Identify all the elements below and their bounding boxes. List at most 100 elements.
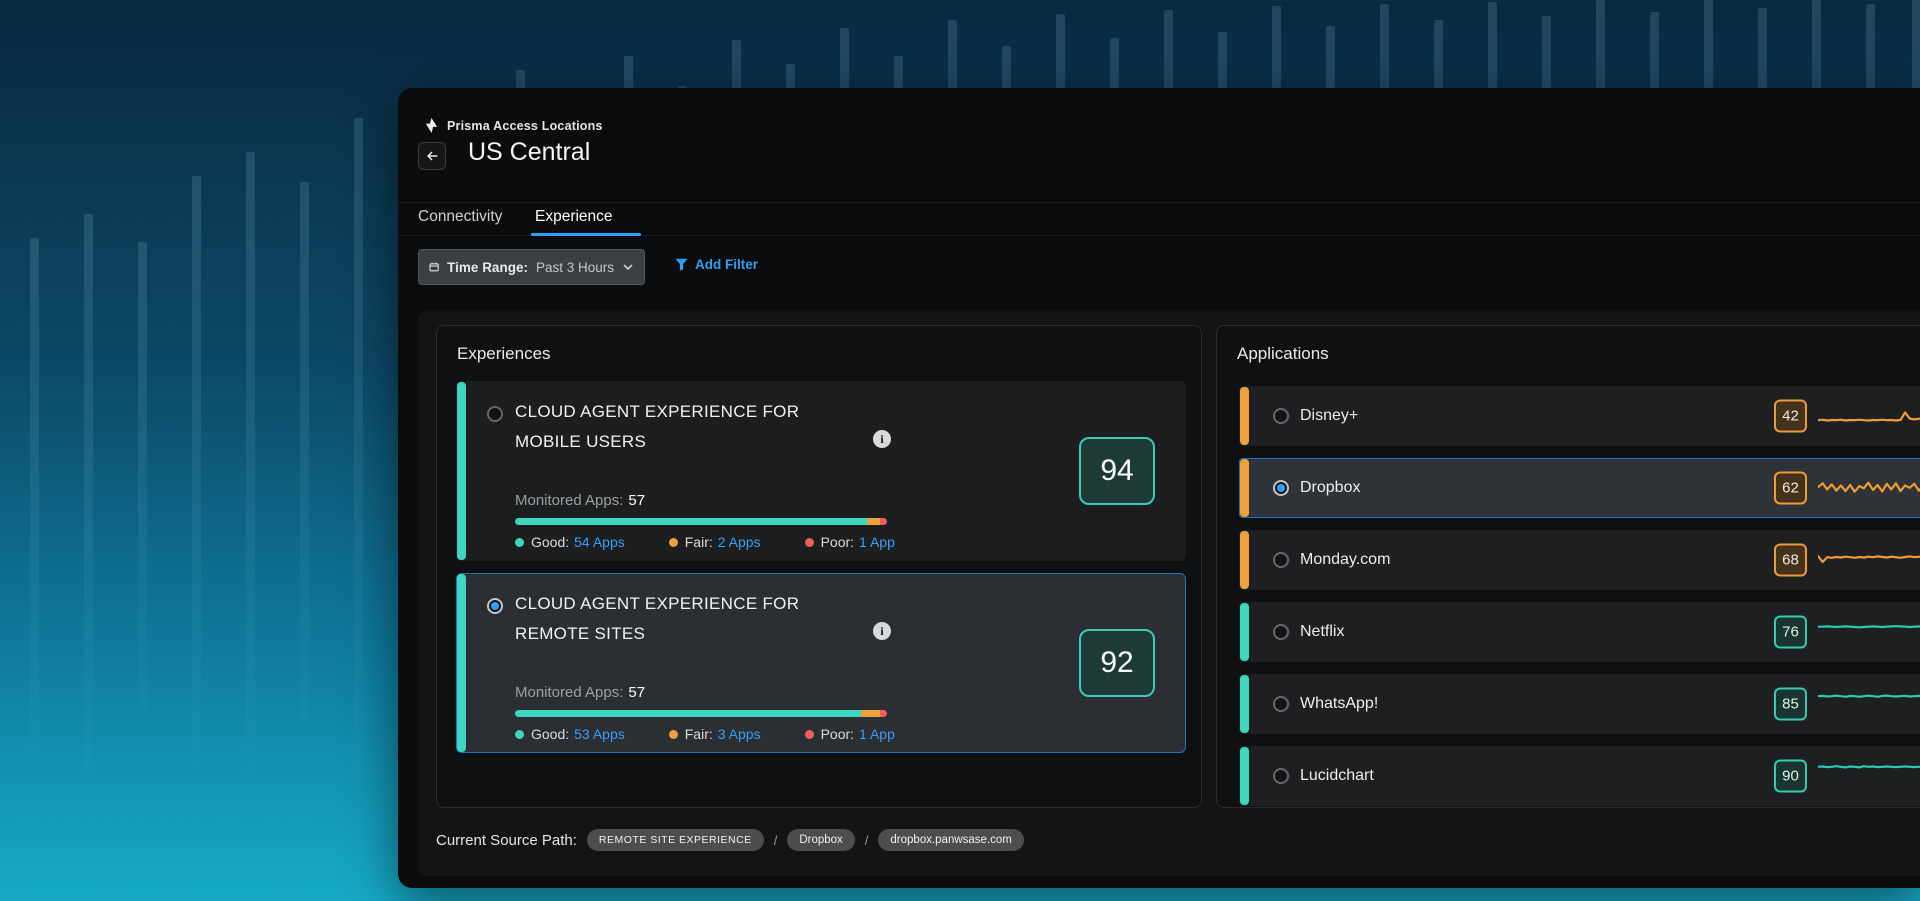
- apps-distribution-bar: [515, 518, 887, 525]
- score-badge: 62: [1774, 472, 1807, 505]
- score-sparkline: [1818, 689, 1920, 719]
- monitored-apps: Monitored Apps: 57: [515, 492, 645, 509]
- info-icon[interactable]: i: [873, 430, 891, 448]
- applications-panel-title: Applications: [1237, 344, 1329, 364]
- monitored-apps-label: Monitored Apps:: [515, 684, 623, 701]
- good-value[interactable]: 54 Apps: [574, 534, 625, 550]
- experiences-panel: Experiences CLOUD AGENT EXPERIENCE FOR M…: [436, 325, 1202, 808]
- application-row[interactable]: Dropbox 62: [1239, 458, 1920, 518]
- source-path-chip-app[interactable]: Dropbox: [787, 829, 854, 851]
- status-accent-bar: [1240, 459, 1249, 517]
- score-badge: 90: [1774, 760, 1807, 793]
- radio-dot-icon: [1277, 484, 1285, 492]
- fair-segment: [861, 710, 880, 717]
- poor-segment: [880, 710, 887, 717]
- background-stripe: [246, 152, 255, 772]
- experience-title: CLOUD AGENT EXPERIENCE FOR REMOTE SITES: [515, 589, 863, 649]
- good-value[interactable]: 53 Apps: [574, 726, 625, 742]
- score-sparkline: [1818, 401, 1920, 431]
- background-stripe: [354, 118, 363, 778]
- fair-dot-icon: [669, 730, 678, 739]
- good-dot-icon: [515, 538, 524, 547]
- back-button[interactable]: [418, 142, 446, 170]
- experience-accent-bar: [457, 574, 466, 752]
- background-stripe: [30, 238, 39, 758]
- application-radio[interactable]: [1273, 624, 1289, 640]
- good-label: Good:: [531, 726, 569, 742]
- experiences-panel-title: Experiences: [457, 344, 551, 364]
- apps-legend: Good:54 Apps Fair:2 Apps Poor:1 App: [515, 534, 895, 550]
- background-stripe: [138, 242, 147, 712]
- fair-segment: [867, 518, 880, 525]
- main-panel: Prisma Access Locations US Central Conne…: [398, 88, 1920, 888]
- app-name-label: Prisma Access Locations: [447, 119, 603, 133]
- poor-label: Poor:: [821, 534, 854, 550]
- monitored-apps: Monitored Apps:57: [515, 684, 645, 701]
- back-arrow-icon: [425, 149, 439, 163]
- tab-connectivity[interactable]: Connectivity: [418, 208, 502, 226]
- experience-card[interactable]: CLOUD AGENT EXPERIENCE FOR MOBILE USERS …: [456, 381, 1186, 561]
- fair-value[interactable]: 2 Apps: [718, 534, 761, 550]
- application-row[interactable]: Monday.com 68: [1239, 530, 1920, 590]
- poor-label: Poor:: [821, 726, 854, 742]
- score-sparkline: [1818, 473, 1920, 503]
- info-icon[interactable]: i: [873, 622, 891, 640]
- score-sparkline: [1818, 761, 1920, 791]
- experience-radio[interactable]: [487, 598, 503, 614]
- application-name: WhatsApp!: [1300, 695, 1378, 713]
- status-accent-bar: [1240, 531, 1249, 589]
- poor-value[interactable]: 1 App: [859, 726, 895, 742]
- status-accent-bar: [1240, 747, 1249, 805]
- apps-distribution-bar: [515, 710, 887, 717]
- source-path-chip-domain[interactable]: dropbox.panwsase.com: [878, 829, 1023, 851]
- good-segment: [515, 518, 867, 525]
- prisma-logo-icon: [424, 118, 439, 133]
- poor-dot-icon: [805, 538, 814, 547]
- source-path-chip-experience[interactable]: REMOTE SITE EXPERIENCE: [587, 829, 764, 851]
- application-row[interactable]: Disney+ 42: [1239, 386, 1920, 446]
- status-accent-bar: [1240, 603, 1249, 661]
- radio-dot-icon: [491, 602, 499, 610]
- score-sparkline: [1818, 545, 1920, 575]
- content-wrapper: Experiences CLOUD AGENT EXPERIENCE FOR M…: [418, 310, 1920, 876]
- time-range-dropdown[interactable]: Time Range: Past 3 Hours: [418, 249, 645, 285]
- time-range-label: Time Range:: [447, 260, 528, 275]
- experience-accent-bar: [457, 382, 466, 560]
- application-radio[interactable]: [1273, 408, 1289, 424]
- application-radio[interactable]: [1273, 480, 1289, 496]
- tab-experience[interactable]: Experience: [535, 208, 613, 226]
- applications-list: Disney+ 42 Dropbox 62 Monday.com 68 Netf…: [1239, 386, 1920, 818]
- active-tab-indicator: [531, 233, 641, 236]
- application-row[interactable]: Netflix 76: [1239, 602, 1920, 662]
- experience-score-badge: 94: [1079, 437, 1155, 505]
- application-radio[interactable]: [1273, 696, 1289, 712]
- applications-panel: Applications Disney+ 42 Dropbox 62 Monda…: [1216, 325, 1920, 808]
- application-name: Disney+: [1300, 407, 1358, 425]
- good-dot-icon: [515, 730, 524, 739]
- monitored-apps-label: Monitored Apps:: [515, 492, 623, 509]
- application-name: Netflix: [1300, 623, 1344, 641]
- add-filter-label: Add Filter: [695, 257, 758, 272]
- time-range-value: Past 3 Hours: [536, 260, 614, 275]
- path-separator: /: [774, 833, 778, 848]
- monitored-apps-value: 57: [628, 492, 645, 509]
- fair-label: Fair:: [685, 726, 713, 742]
- experience-radio[interactable]: [487, 406, 503, 422]
- application-row[interactable]: WhatsApp! 85: [1239, 674, 1920, 734]
- good-segment: [515, 710, 861, 717]
- score-badge: 85: [1774, 688, 1807, 721]
- application-row[interactable]: Lucidchart 90: [1239, 746, 1920, 806]
- header-divider: [398, 202, 1920, 203]
- application-name: Dropbox: [1300, 479, 1360, 497]
- fair-value[interactable]: 3 Apps: [718, 726, 761, 742]
- application-radio[interactable]: [1273, 768, 1289, 784]
- experience-card[interactable]: CLOUD AGENT EXPERIENCE FOR REMOTE SITES …: [456, 573, 1186, 753]
- fair-dot-icon: [669, 538, 678, 547]
- score-sparkline: [1818, 617, 1920, 647]
- apps-legend: Good: 53 Apps Fair: 3 Apps Poor: 1 App: [515, 726, 895, 742]
- fair-label: Fair:: [685, 534, 713, 550]
- application-radio[interactable]: [1273, 552, 1289, 568]
- poor-value[interactable]: 1 App: [859, 534, 895, 550]
- add-filter-button[interactable]: Add Filter: [675, 257, 758, 272]
- experience-title: CLOUD AGENT EXPERIENCE FOR MOBILE USERS: [515, 397, 863, 457]
